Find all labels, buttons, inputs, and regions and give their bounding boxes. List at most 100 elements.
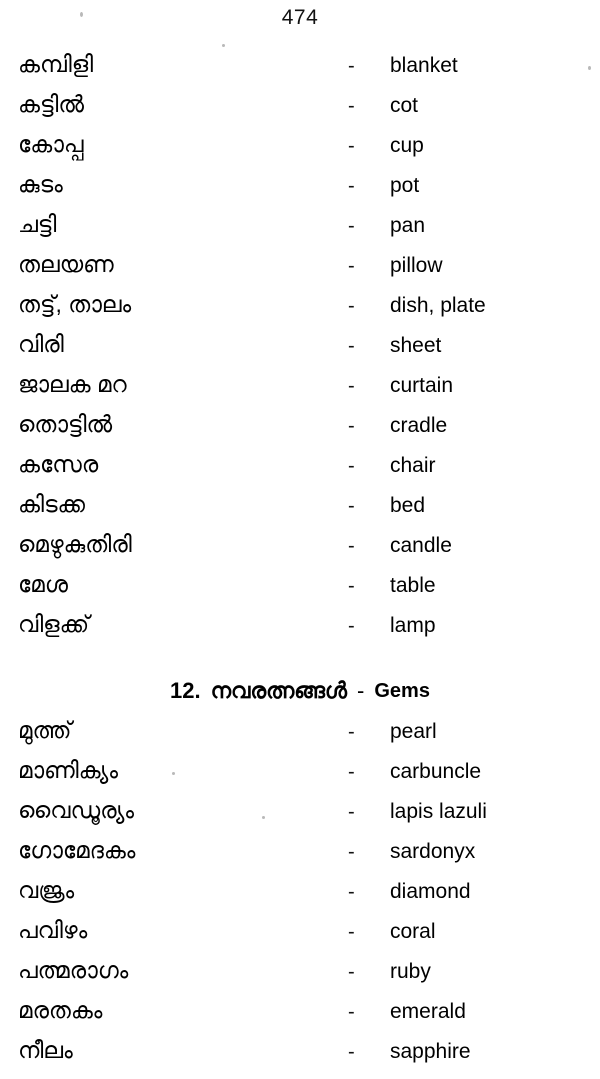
entry-separator: - <box>348 135 355 157</box>
malayalam-term: ജാലക മറ <box>18 371 127 397</box>
malayalam-term: കട്ടിൽ <box>18 91 85 117</box>
entry-separator: - <box>348 455 355 477</box>
english-gloss: candle <box>390 534 452 557</box>
english-gloss: cup <box>390 134 424 157</box>
english-gloss: pillow <box>390 254 443 277</box>
malayalam-term: കുടം <box>18 171 63 197</box>
entry-separator: - <box>348 801 355 823</box>
glossary-entry: കുടം - pot <box>0 172 600 212</box>
glossary-entry: ഗോമേദകം - sardonyx <box>0 838 600 878</box>
section-number: 12. <box>170 678 201 703</box>
entry-separator: - <box>348 721 355 743</box>
entry-separator: - <box>348 55 355 77</box>
malayalam-term: മാണിക്യം <box>18 757 118 783</box>
english-gloss: bed <box>390 494 426 517</box>
malayalam-term: കമ്പിളി <box>18 51 94 77</box>
entry-separator: - <box>348 841 355 863</box>
entry-separator: - <box>348 1001 355 1023</box>
english-gloss: cot <box>390 94 419 117</box>
scan-speckle <box>222 44 225 47</box>
document-page: 474 കമ്പിളി - blanket കട്ടിൽ - cot കോപ്പ… <box>0 0 600 1079</box>
malayalam-term: തട്ട്, താലം <box>18 291 132 317</box>
malayalam-term: ചട്ടി <box>18 211 57 237</box>
glossary-entry: വിരി - sheet <box>0 332 600 372</box>
entry-separator: - <box>348 961 355 983</box>
english-gloss: table <box>390 574 436 597</box>
english-gloss: dish, plate <box>390 294 486 317</box>
english-gloss: pan <box>390 214 426 237</box>
malayalam-term: വിരി <box>18 331 64 357</box>
english-gloss: carbuncle <box>390 760 482 783</box>
malayalam-term: വിളക്ക് <box>18 611 90 637</box>
english-gloss: cradle <box>390 414 448 437</box>
malayalam-term: മുത്ത് <box>18 717 72 743</box>
malayalam-term: കിടക്ക <box>18 491 86 517</box>
glossary-entry: തൊട്ടിൽ - cradle <box>0 412 600 452</box>
entry-separator: - <box>348 375 355 397</box>
glossary-entry: മരതകം - emerald <box>0 998 600 1038</box>
glossary-entry: മാണിക്യം - carbuncle <box>0 758 600 798</box>
glossary-entry: മുത്ത് - pearl <box>0 718 600 758</box>
entry-separator: - <box>348 415 355 437</box>
english-gloss: chair <box>390 454 436 477</box>
glossary-entry: ജാലക മറ - curtain <box>0 372 600 412</box>
glossary-entry: കോപ്പ - cup <box>0 132 600 172</box>
malayalam-term: മരതകം <box>18 997 103 1023</box>
malayalam-term: തലയണ <box>18 251 114 277</box>
english-gloss: ruby <box>390 960 431 983</box>
malayalam-term: വൈഡൂര്യം <box>18 797 135 823</box>
malayalam-term: പത്മരാഗം <box>18 957 129 983</box>
english-gloss: pearl <box>390 720 437 743</box>
glossary-entry: മെഴുകുതിരി - candle <box>0 532 600 572</box>
page-number: 474 <box>281 6 319 29</box>
glossary-entry: വൈഡൂര്യം - lapis lazuli <box>0 798 600 838</box>
malayalam-term: മേശ <box>18 571 68 597</box>
entry-separator: - <box>348 335 355 357</box>
glossary-entry: നീലം - sapphire <box>0 1038 600 1078</box>
glossary-entry: പവിഴം - coral <box>0 918 600 958</box>
entry-separator: - <box>348 295 355 317</box>
english-gloss: coral <box>390 920 436 943</box>
glossary-entry: കിടക്ക - bed <box>0 492 600 532</box>
malayalam-term: നീലം <box>18 1037 73 1063</box>
entry-separator: - <box>348 495 355 517</box>
glossary-list-household: കമ്പിളി - blanket കട്ടിൽ - cot കോപ്പ - c… <box>0 52 600 1078</box>
entry-separator: - <box>348 761 355 783</box>
glossary-entry: തലയണ - pillow <box>0 252 600 292</box>
english-gloss: pot <box>390 174 420 197</box>
glossary-entry: വിളക്ക് - lamp <box>0 612 600 652</box>
english-gloss: lamp <box>390 614 436 637</box>
english-gloss: lapis lazuli <box>390 800 487 823</box>
english-gloss: diamond <box>390 880 471 903</box>
english-gloss: sheet <box>390 334 442 357</box>
glossary-entry: കസേര - chair <box>0 452 600 492</box>
entry-separator: - <box>348 575 355 597</box>
glossary-entry: തട്ട്, താലം - dish, plate <box>0 292 600 332</box>
glossary-entry: പത്മരാഗം - ruby <box>0 958 600 998</box>
english-gloss: sardonyx <box>390 840 476 863</box>
glossary-entry: മേശ - table <box>0 572 600 612</box>
glossary-entry: കട്ടിൽ - cot <box>0 92 600 132</box>
english-gloss: emerald <box>390 1000 466 1023</box>
english-gloss: sapphire <box>390 1040 471 1063</box>
malayalam-term: തൊട്ടിൽ <box>18 411 113 437</box>
glossary-entry: വജ്രം - diamond <box>0 878 600 918</box>
section-heading-gems: 12. നവരത്നങ്ങൾ - Gems <box>0 652 600 718</box>
glossary-entry: കമ്പിളി - blanket <box>0 52 600 92</box>
entry-separator: - <box>348 255 355 277</box>
section-title-english: Gems <box>374 679 430 702</box>
english-gloss: curtain <box>390 374 454 397</box>
malayalam-term: മെഴുകുതിരി <box>18 531 132 557</box>
entry-separator: - <box>348 1041 355 1063</box>
entry-separator: - <box>348 921 355 943</box>
entry-separator: - <box>348 175 355 197</box>
glossary-list-gems: മുത്ത് - pearl മാണിക്യം - carbuncle വൈഡൂ… <box>0 718 600 1078</box>
entry-separator: - <box>348 95 355 117</box>
glossary-entry: ചട്ടി - pan <box>0 212 600 252</box>
english-gloss: blanket <box>390 54 458 77</box>
malayalam-term: കസേര <box>18 451 99 477</box>
malayalam-term: ഗോമേദകം <box>18 837 136 863</box>
malayalam-term: വജ്രം <box>18 877 75 903</box>
entry-separator: - <box>348 535 355 557</box>
entry-separator: - <box>348 881 355 903</box>
